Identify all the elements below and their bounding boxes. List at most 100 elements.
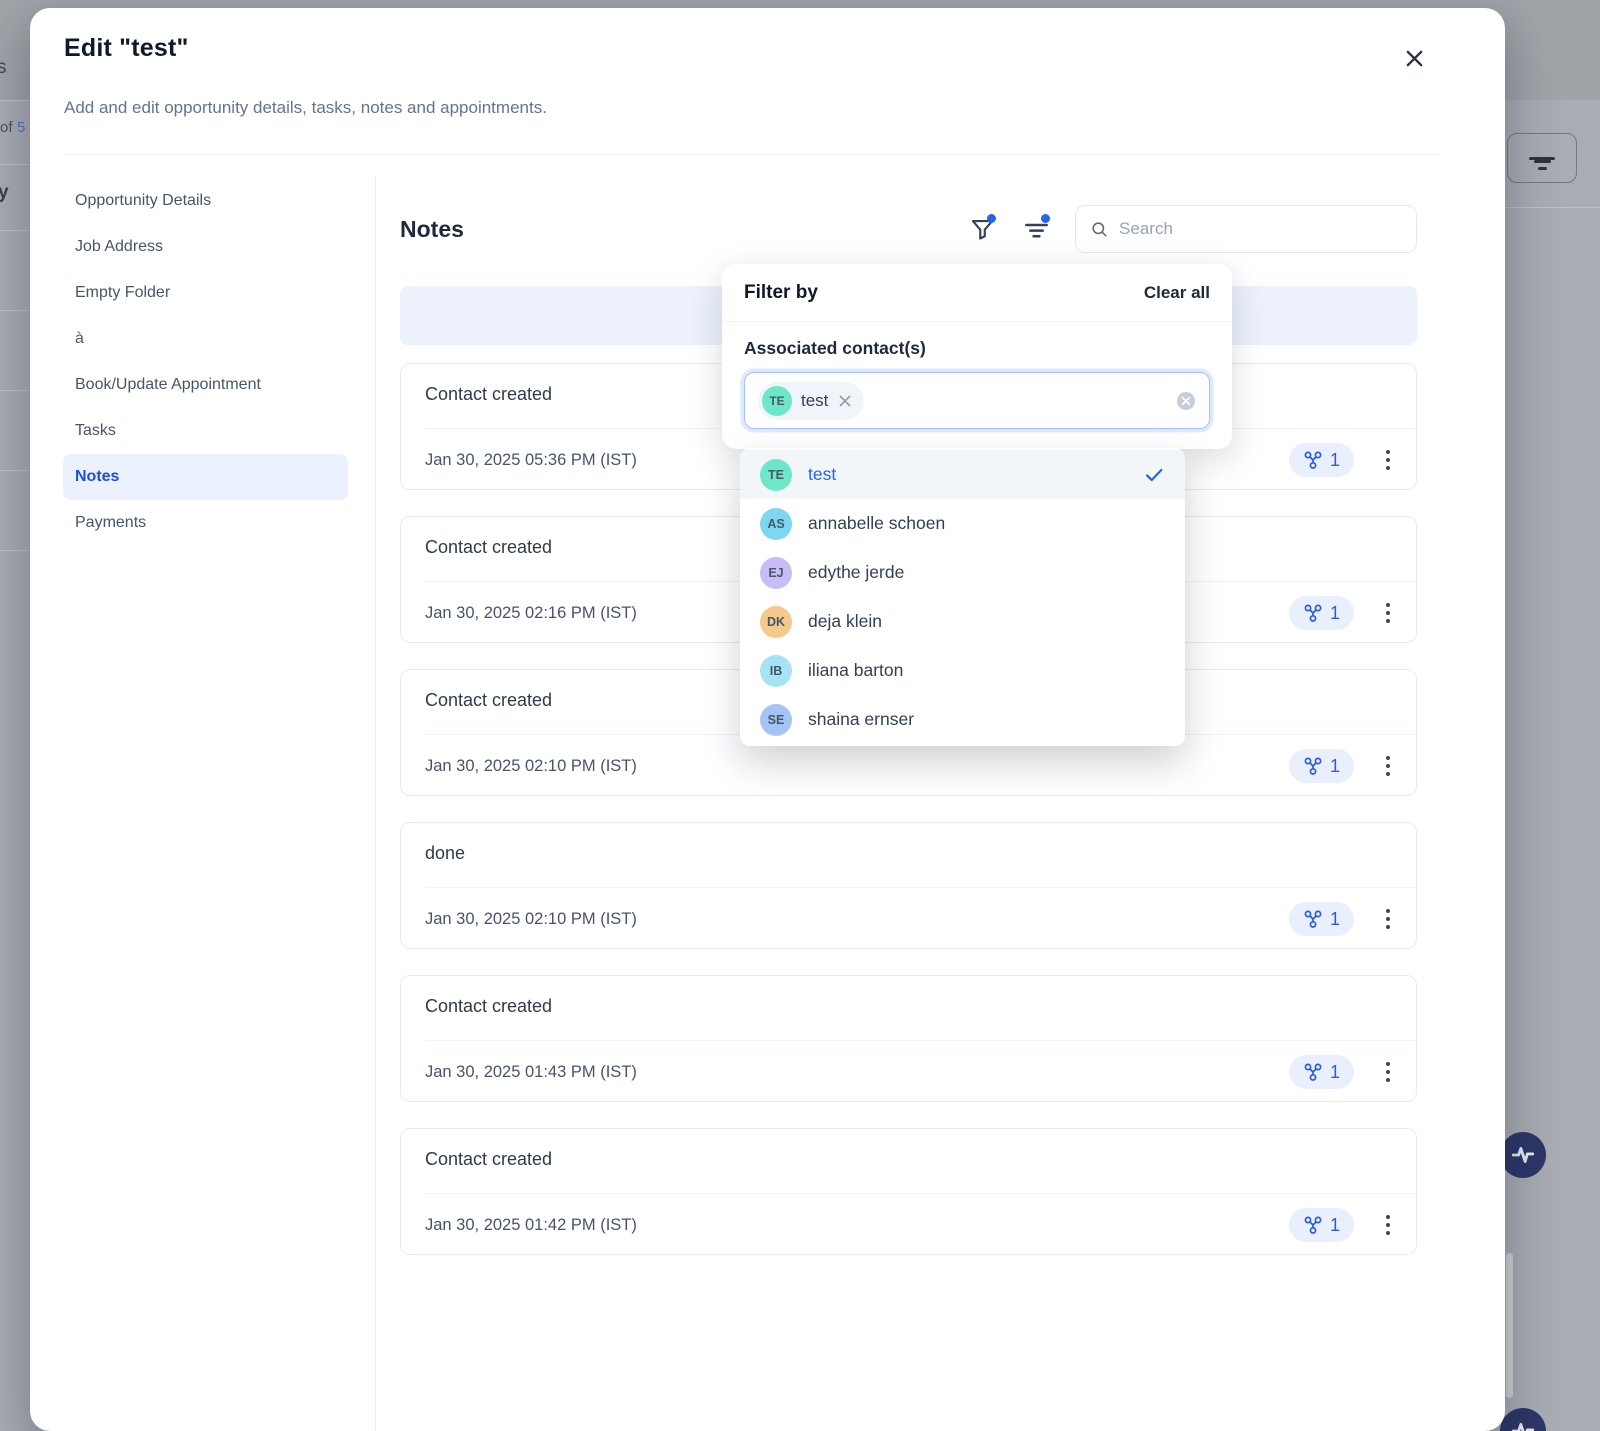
notes-header: Notes [400,205,1417,253]
background-row-divider [0,164,30,165]
associations-badge[interactable]: 1 [1289,749,1354,783]
notes-heading: Notes [400,216,464,243]
contact-option-shaina-ernser[interactable]: SE shaina ernser [740,695,1185,744]
filter-lines-icon [1529,157,1555,160]
associations-count: 1 [1330,603,1340,624]
modal-title: Edit "test" [64,34,189,63]
associations-count: 1 [1330,756,1340,777]
edit-opportunity-modal: Edit "test" Add and edit opportunity det… [30,8,1505,1431]
note-menu-button[interactable] [1378,1210,1398,1240]
sidebar-item-notes[interactable]: Notes [63,454,348,500]
contact-option-name: iliana barton [808,660,903,681]
note-title: Contact created [425,384,552,405]
associations-icon [1303,603,1323,623]
note-title: Contact created [425,1149,552,1170]
note-menu-button[interactable] [1378,904,1398,934]
associations-badge[interactable]: 1 [1289,596,1354,630]
background-row-divider [0,100,30,101]
modal-sidebar: Opportunity Details Job Address Empty Fo… [63,178,348,546]
sidebar-item-book-update-appointment[interactable]: Book/Update Appointment [63,362,348,408]
associations-count: 1 [1330,909,1340,930]
contact-avatar: AS [760,508,792,540]
background-pagination-fragment: of 5 [0,119,25,137]
note-timestamp: Jan 30, 2025 01:43 PM (IST) [425,1063,637,1082]
sidebar-item-tasks[interactable]: Tasks [63,408,348,454]
pulse-icon [1510,1142,1536,1168]
background-count-link: 5 [17,119,25,136]
background-scrollbar-thumb[interactable] [1506,1253,1513,1398]
note-timestamp: Jan 30, 2025 02:16 PM (IST) [425,604,637,623]
background-row-divider [0,230,30,231]
contact-avatar: IB [760,655,792,687]
sidebar-divider [375,176,376,1431]
associations-badge[interactable]: 1 [1289,1208,1354,1242]
chip-name: test [801,391,828,411]
associations-badge[interactable]: 1 [1289,1055,1354,1089]
background-row-divider [1505,207,1600,208]
note-title: Contact created [425,690,552,711]
chip-remove-icon[interactable] [837,393,853,409]
note-divider [425,887,1416,888]
sidebar-item-job-address[interactable]: Job Address [63,224,348,270]
activity-fab-button[interactable] [1500,1132,1546,1178]
sidebar-item-empty-folder[interactable]: Empty Folder [63,270,348,316]
note-menu-button[interactable] [1378,1057,1398,1087]
note-divider [425,1040,1416,1041]
background-row-divider [0,550,30,551]
selected-contact-chip[interactable]: TE test [758,382,864,420]
filter-popover-title: Filter by [744,282,818,304]
sidebar-item-a[interactable]: à [63,316,348,362]
close-button[interactable] [1394,38,1434,78]
associations-icon [1303,1062,1323,1082]
background-row-divider [0,470,30,471]
contact-option-name: edythe jerde [808,562,904,583]
filter-popover: Filter by Clear all Associated contact(s… [722,264,1232,449]
note-timestamp: Jan 30, 2025 02:10 PM (IST) [425,757,637,776]
sort-active-dot [1041,214,1050,223]
note-timestamp: Jan 30, 2025 01:42 PM (IST) [425,1216,637,1235]
note-divider [425,1193,1416,1194]
search-icon [1090,219,1109,240]
background-filter-button[interactable] [1507,133,1577,183]
contact-avatar: TE [762,386,792,416]
associations-icon [1303,450,1323,470]
contact-option-name: test [808,464,836,485]
contact-option-test[interactable]: TE test [740,450,1185,499]
check-icon [1143,464,1165,486]
contact-option-edythe-jerde[interactable]: EJ edythe jerde [740,548,1185,597]
note-card: done Jan 30, 2025 02:10 PM (IST) 1 [400,822,1417,949]
contact-option-name: annabelle schoen [808,513,945,534]
note-card: Contact created Jan 30, 2025 01:43 PM (I… [400,975,1417,1102]
search-input[interactable] [1119,219,1402,239]
notes-search [1075,205,1417,253]
associations-count: 1 [1330,1062,1340,1083]
associations-badge[interactable]: 1 [1289,443,1354,477]
contacts-multiselect-input[interactable]: TE test [744,372,1210,429]
sidebar-item-payments[interactable]: Payments [63,500,348,546]
contact-option-iliana-barton[interactable]: IB iliana barton [740,646,1185,695]
note-title: Contact created [425,996,552,1017]
note-menu-button[interactable] [1378,751,1398,781]
clear-all-button[interactable]: Clear all [1144,283,1210,303]
filter-button[interactable] [967,214,997,244]
note-menu-button[interactable] [1378,598,1398,628]
note-title: Contact created [425,537,552,558]
note-menu-button[interactable] [1378,445,1398,475]
clear-selection-button[interactable] [1176,391,1196,411]
background-text-fragment: s [0,57,7,79]
contact-option-annabelle-schoen[interactable]: AS annabelle schoen [740,499,1185,548]
note-timestamp: Jan 30, 2025 05:36 PM (IST) [425,451,637,470]
contact-option-deja-klein[interactable]: DK deja klein [740,597,1185,646]
activity-fab-button-partial[interactable] [1500,1408,1546,1431]
sort-button[interactable] [1021,214,1051,244]
contacts-dropdown: TE test AS annabelle schoen EJ edythe je… [740,448,1185,746]
background-text-fragment: y [0,182,9,204]
sidebar-item-opportunity-details[interactable]: Opportunity Details [63,178,348,224]
contact-option-name: deja klein [808,611,882,632]
associations-badge[interactable]: 1 [1289,902,1354,936]
modal-subtitle: Add and edit opportunity details, tasks,… [64,98,547,118]
associations-count: 1 [1330,450,1340,471]
associated-contacts-label: Associated contact(s) [744,338,1210,359]
contact-avatar: EJ [760,557,792,589]
note-title: done [425,843,465,864]
